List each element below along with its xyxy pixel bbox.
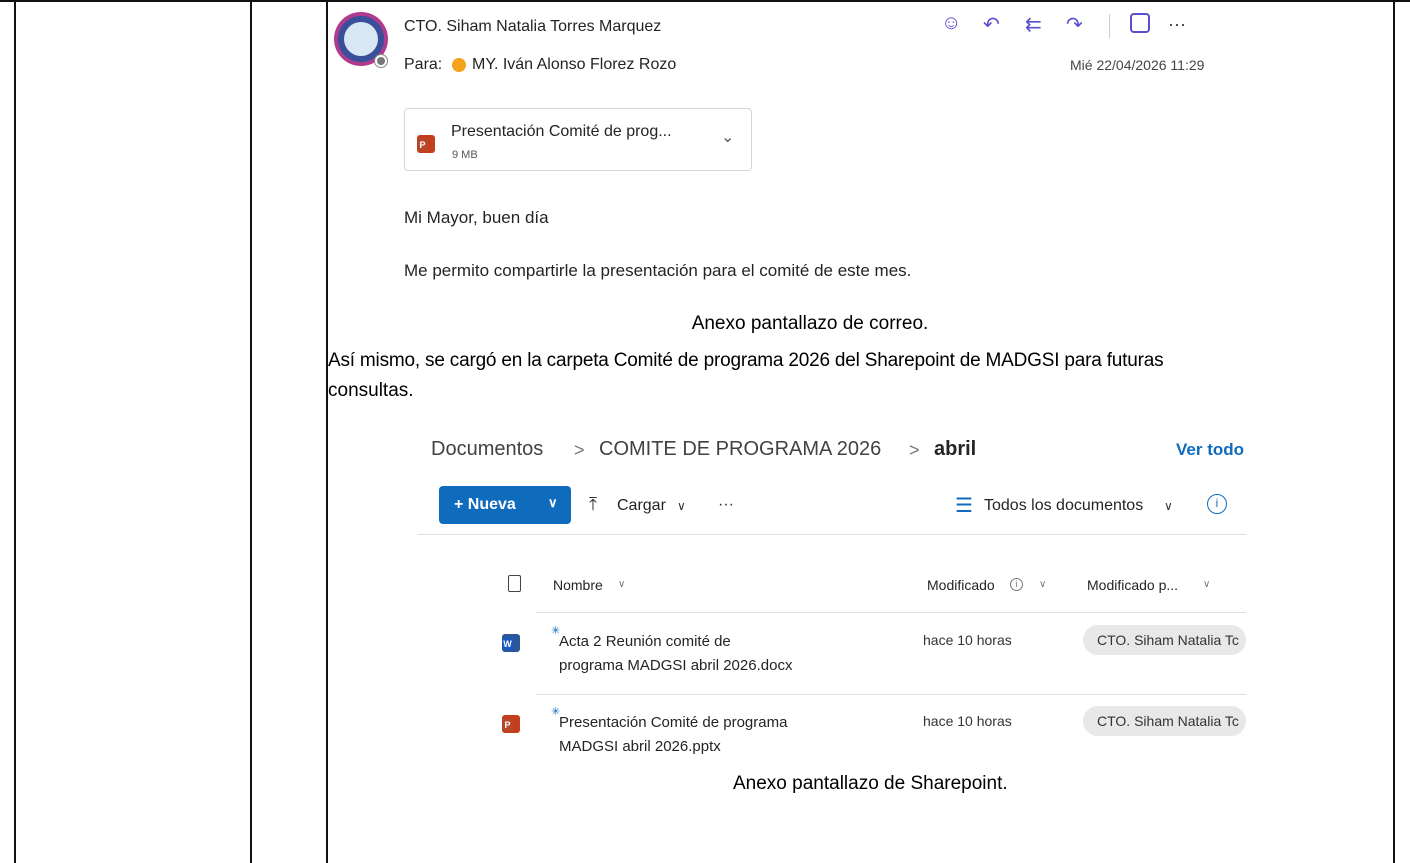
upload-button[interactable]: Cargar <box>617 497 666 515</box>
upload-icon[interactable]: ⤒ <box>589 494 597 515</box>
chevron-down-icon[interactable]: ∨ <box>1164 499 1173 513</box>
powerpoint-file-icon: P <box>417 135 435 153</box>
chevron-down-icon[interactable]: ∨ <box>618 579 625 590</box>
table-top-border <box>0 0 1410 2</box>
email-sender: CTO. Siham Natalia Torres Marquez <box>404 18 662 35</box>
email-body: Me permito compartirle la presentación p… <box>404 261 912 280</box>
more-actions-icon[interactable]: ··· <box>718 496 734 514</box>
presence-icon <box>374 54 388 68</box>
column-name[interactable]: Nombre <box>553 577 603 593</box>
new-button-label: + Nueva <box>454 496 516 513</box>
file-modified: hace 10 horas <box>923 632 1012 648</box>
apps-icon[interactable] <box>1130 13 1150 33</box>
email-to-label: Para: <box>404 56 443 73</box>
file-type-icon <box>508 575 521 592</box>
attachment-card[interactable]: P Presentación Comité de prog... 9 MB ⌄ <box>404 108 752 171</box>
column-modified-by[interactable]: Modificado p... <box>1087 577 1178 593</box>
file-name-line-2[interactable]: programa MADGSI abril 2026.docx <box>559 657 792 674</box>
breadcrumb-separator: > <box>574 440 585 460</box>
file-name-line-1[interactable]: Presentación Comité de programa <box>559 714 787 731</box>
email-recipient[interactable]: MY. Iván Alonso Florez Rozo <box>472 56 676 74</box>
caption-sharepoint: Anexo pantallazo de Sharepoint. <box>733 773 1008 794</box>
table-left-border <box>14 0 16 863</box>
chevron-down-icon[interactable]: ⌄ <box>721 127 734 147</box>
table-right-border <box>1393 0 1395 863</box>
chevron-down-icon[interactable]: ∨ <box>677 499 686 513</box>
paragraph-line-2: consultas. <box>328 380 414 401</box>
breadcrumb-documentos[interactable]: Documentos <box>431 438 543 461</box>
chevron-down-icon: ∨ <box>548 495 558 510</box>
view-selector[interactable]: Todos los documentos <box>984 497 1143 515</box>
breadcrumb-comite[interactable]: COMITE DE PROGRAMA 2026 <box>599 438 881 461</box>
modified-by-chip[interactable]: CTO. Siham Natalia Tc <box>1083 706 1246 736</box>
modified-by-chip[interactable]: CTO. Siham Natalia Tc <box>1083 625 1246 655</box>
paragraph-line-1: Así mismo, se cargó en la carpeta Comité… <box>328 350 1164 371</box>
table-column-divider-1 <box>250 0 252 863</box>
attachment-name: Presentación Comité de prog... <box>451 123 672 140</box>
email-date: Mié 22/04/2026 11:29 <box>1070 57 1205 73</box>
reply-all-icon[interactable]: ⇇ <box>1025 12 1042 37</box>
caption-mail: Anexo pantallazo de correo. <box>691 313 929 334</box>
chevron-down-icon[interactable]: ∨ <box>1039 579 1046 590</box>
reply-icon[interactable]: ↶ <box>983 12 1000 37</box>
file-name-line-1[interactable]: Acta 2 Reunión comité de <box>559 633 731 650</box>
emoji-icon[interactable]: ☺ <box>941 12 961 35</box>
more-options-icon[interactable]: ··· <box>1168 14 1186 35</box>
see-all-link[interactable]: Ver todo <box>1176 440 1244 460</box>
info-icon[interactable]: i <box>1207 494 1227 514</box>
email-greeting: Mi Mayor, buen día <box>404 208 549 227</box>
breadcrumb-separator: > <box>909 440 920 460</box>
recipient-status-icon <box>452 58 466 72</box>
forward-icon[interactable]: ↷ <box>1066 12 1083 37</box>
file-name-line-2[interactable]: MADGSI abril 2026.pptx <box>559 738 721 755</box>
attachment-size: 9 MB <box>452 149 478 161</box>
powerpoint-file-icon: P <box>502 715 520 733</box>
breadcrumb-abril[interactable]: abril <box>934 438 976 461</box>
column-modified[interactable]: Modificado <box>927 577 995 593</box>
row-divider <box>536 694 1246 695</box>
row-divider <box>536 612 1246 613</box>
chevron-down-icon[interactable]: ∨ <box>1203 579 1210 590</box>
table-column-divider-2 <box>326 0 328 863</box>
view-list-icon[interactable]: ☰ <box>955 493 973 518</box>
file-modified: hace 10 horas <box>923 713 1012 729</box>
toolbar-divider <box>418 534 1246 535</box>
new-button[interactable]: + Nueva ∨ <box>439 486 571 524</box>
info-icon[interactable]: i <box>1010 578 1023 591</box>
word-file-icon: W <box>502 634 520 652</box>
toolbar-divider <box>1109 14 1110 38</box>
